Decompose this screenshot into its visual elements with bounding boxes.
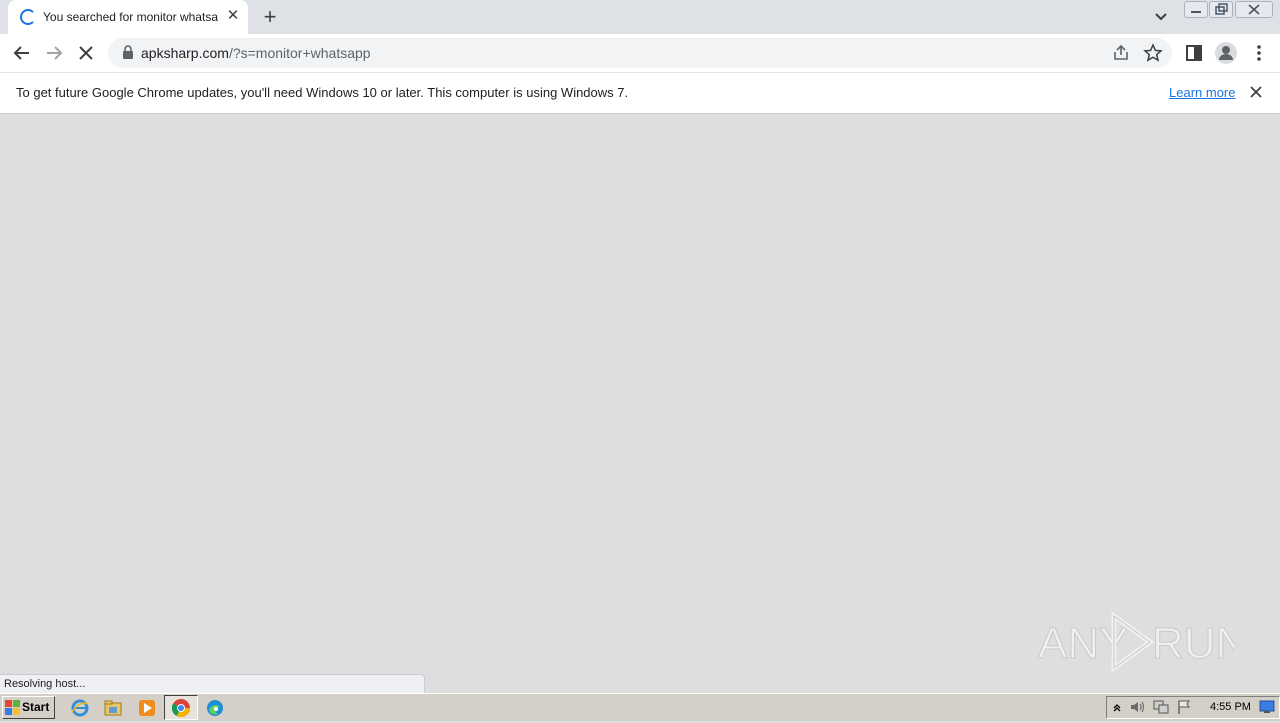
loading-spinner-icon (20, 9, 36, 25)
forward-arrow-icon[interactable] (41, 40, 67, 66)
infobar-close-icon[interactable] (1247, 83, 1265, 101)
taskbar-clock[interactable]: 4:55 PM (1210, 701, 1251, 713)
chrome-icon (171, 698, 191, 718)
internet-explorer-icon[interactable] (70, 698, 90, 718)
edge-icon[interactable] (205, 698, 225, 718)
profile-avatar-icon[interactable] (1214, 41, 1238, 65)
address-bar[interactable]: apksharp.com/?s=monitor+whatsapp (108, 38, 1172, 68)
system-tray: 4:55 PM (1106, 696, 1280, 719)
update-infobar: To get future Google Chrome updates, you… (0, 72, 1280, 114)
show-hidden-icons-icon[interactable] (1110, 700, 1124, 714)
url-domain: apksharp.com (141, 45, 229, 61)
start-label: Start (22, 700, 50, 714)
chrome-taskbar-button[interactable] (164, 695, 198, 720)
media-player-icon[interactable] (137, 698, 157, 718)
lock-icon[interactable] (122, 45, 134, 59)
anyrun-watermark: ANY RUN (1038, 611, 1248, 673)
share-icon[interactable] (1111, 43, 1131, 63)
start-button[interactable]: Start (2, 696, 55, 719)
url-text: apksharp.com/?s=monitor+whatsapp (141, 45, 371, 61)
browser-tab[interactable]: You searched for monitor whatsapp ✕ (8, 0, 248, 34)
learn-more-link[interactable]: Learn more (1169, 85, 1235, 100)
infobar-message: To get future Google Chrome updates, you… (16, 85, 629, 100)
status-bubble: Resolving host... (0, 674, 425, 694)
volume-icon[interactable] (1129, 699, 1147, 715)
side-panel-icon[interactable] (1183, 42, 1205, 64)
tab-title: You searched for monitor whatsapp (43, 10, 218, 24)
tab-strip: You searched for monitor whatsapp ✕ + (0, 0, 1280, 34)
show-desktop-icon[interactable] (1259, 700, 1275, 714)
window-minimize-button[interactable] (1184, 1, 1208, 18)
url-path: /?s=monitor+whatsapp (228, 45, 371, 61)
file-explorer-icon[interactable] (103, 698, 123, 718)
action-center-flag-icon[interactable] (1175, 699, 1193, 715)
menu-dots-icon[interactable] (1248, 42, 1270, 64)
back-arrow-icon[interactable] (9, 40, 35, 66)
window-restore-button[interactable] (1209, 1, 1233, 18)
network-icon[interactable] (1152, 699, 1170, 715)
windows-logo-icon (5, 700, 20, 715)
tab-close-icon[interactable]: ✕ (224, 6, 242, 26)
stop-loading-icon[interactable] (73, 40, 99, 66)
tab-search-chevron-icon[interactable] (1150, 6, 1172, 28)
svg-text:RUN: RUN (1152, 619, 1234, 668)
window-close-button[interactable] (1235, 1, 1273, 18)
bookmark-star-icon[interactable] (1143, 43, 1163, 63)
new-tab-button[interactable]: + (258, 5, 282, 29)
status-text: Resolving host... (4, 678, 86, 690)
windows-taskbar: Start 4:55 PM (0, 693, 1280, 721)
page-content-area (0, 113, 1280, 693)
